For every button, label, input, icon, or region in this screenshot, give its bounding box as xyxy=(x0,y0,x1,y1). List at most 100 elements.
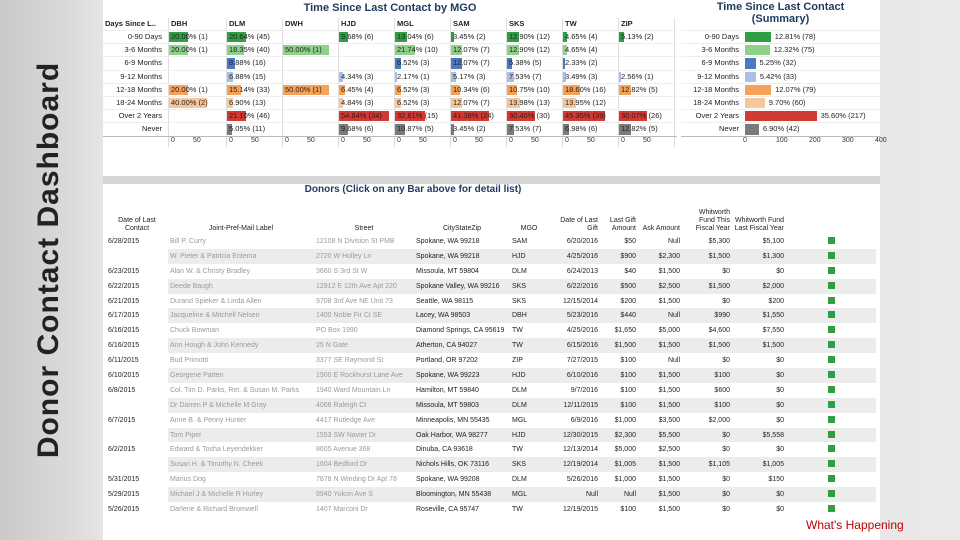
heatmap-cell[interactable]: 12.07% (7) xyxy=(451,96,507,110)
donors-col-header[interactable]: Whitworth Fund Last Fiscal Year xyxy=(732,208,786,234)
summary-bar-cell[interactable]: 12.32% (75) xyxy=(745,44,877,56)
donor-row[interactable]: 5/26/2015 Darlene & Richard Bromwell 1407 … xyxy=(106,502,876,517)
donor-row[interactable]: Susan H. & Timothy N. Cheek 1604 Bedford … xyxy=(106,457,876,473)
heatmap-cell[interactable] xyxy=(619,96,675,110)
status-square-icon[interactable] xyxy=(827,311,835,319)
status-square-icon[interactable] xyxy=(827,415,835,423)
summary-bar-cell[interactable]: 35.60% (217) xyxy=(745,110,877,122)
heatmap-cell[interactable]: 20.00% (1) xyxy=(169,44,227,57)
heatmap-cell[interactable] xyxy=(283,57,339,70)
heatmap-cell[interactable]: 12.07% (7) xyxy=(451,44,507,57)
heatmap-cell[interactable]: 30.40% (30) xyxy=(507,110,563,123)
donors-col-header[interactable] xyxy=(786,208,876,234)
heatmap-cell[interactable]: 6.52% (3) xyxy=(395,57,451,70)
donors-col-header[interactable]: Joint-Pref-Mail Label xyxy=(168,208,314,234)
heatmap-cell[interactable]: 9.68% (6) xyxy=(339,31,395,44)
heatmap-cell[interactable]: 3.49% (3) xyxy=(563,70,619,83)
status-square-icon[interactable] xyxy=(827,475,835,483)
summary-bar[interactable] xyxy=(745,58,756,69)
donors-col-header[interactable]: MGO xyxy=(510,208,548,234)
status-square-icon[interactable] xyxy=(827,445,835,453)
donor-row[interactable]: 6/28/2015 Bill P. Curry 12108 N Division S… xyxy=(106,234,876,249)
heatmap-cell[interactable]: 20.64% (45) xyxy=(227,31,283,44)
heatmap-cell[interactable]: 15.14% (33) xyxy=(227,83,283,96)
heatmap-cell[interactable]: 20.00% (1) xyxy=(169,31,227,44)
heatmap-cell[interactable]: 5.05% (11) xyxy=(227,123,283,136)
donors-col-header[interactable]: CityStateZip xyxy=(414,208,510,234)
donor-row[interactable]: 5/29/2015 Michael J & Michelle R Hurley 99… xyxy=(106,487,876,503)
heatmap-cell[interactable] xyxy=(283,123,339,136)
heatmap-cell[interactable]: 41.38% (24) xyxy=(451,110,507,123)
heatmap-cell[interactable] xyxy=(619,57,675,70)
heatmap-cell[interactable] xyxy=(339,44,395,57)
summary-bar-cell[interactable]: 6.90% (42) xyxy=(745,123,877,135)
summary-bar[interactable] xyxy=(745,45,770,56)
donor-row[interactable]: 6/8/2015 Col. Tim D. Parks, Ret. & Susan … xyxy=(106,383,876,398)
heatmap-cell[interactable] xyxy=(169,57,227,70)
heatmap-cell[interactable] xyxy=(169,110,227,123)
donors-col-header[interactable]: Last Gift Amount xyxy=(600,208,638,234)
heatmap-cell[interactable] xyxy=(283,31,339,44)
status-square-icon[interactable] xyxy=(827,251,835,259)
heatmap-cell[interactable]: 18.35% (40) xyxy=(227,44,283,57)
heatmap-cell[interactable]: 30.07% (26) xyxy=(619,110,675,123)
heatmap-cell[interactable]: 12.90% (12) xyxy=(507,31,563,44)
donor-row[interactable]: 6/17/2015 Jacqueline & Mitchell Nelsen 140… xyxy=(106,308,876,324)
donor-row[interactable]: 6/16/2015 Ann Hough & John Kennedy 25 N Ga… xyxy=(106,338,876,354)
donors-col-header[interactable]: Whitworth Fund This Fiscal Year xyxy=(682,208,732,234)
heatmap-cell[interactable]: 13.98% (13) xyxy=(507,96,563,110)
status-square-icon[interactable] xyxy=(827,370,835,378)
heatmap-cell[interactable]: 4.84% (3) xyxy=(339,96,395,110)
donor-row[interactable]: 6/16/2015 Chuck Bowman PO Box 1990 Diamond … xyxy=(106,323,876,338)
summary-bar-cell[interactable]: 5.42% (33) xyxy=(745,71,877,83)
heatmap-cell[interactable]: 2.56% (1) xyxy=(619,70,675,83)
summary-bar[interactable] xyxy=(745,111,817,122)
heatmap-cell[interactable] xyxy=(169,123,227,136)
heatmap-cell[interactable]: 4.34% (3) xyxy=(339,70,395,83)
heatmap-cell[interactable] xyxy=(339,57,395,70)
heatmap-cell[interactable]: 6.45% (4) xyxy=(339,83,395,96)
heatmap-cell[interactable]: 50.00% (1) xyxy=(283,83,339,96)
donors-col-header[interactable]: Ask Amount xyxy=(638,208,682,234)
donors-col-header[interactable]: Date of Last Gift xyxy=(548,208,600,234)
heatmap-cell[interactable]: 50.00% (1) xyxy=(283,44,339,57)
status-square-icon[interactable] xyxy=(827,490,835,498)
status-square-icon[interactable] xyxy=(827,236,835,244)
heatmap-cell[interactable]: 2.33% (2) xyxy=(563,57,619,70)
status-square-icon[interactable] xyxy=(827,430,835,438)
heatmap-cell[interactable]: 6.52% (3) xyxy=(395,83,451,96)
donor-row[interactable]: 6/23/2015 Alan W. & Christy Bradley 3660 S… xyxy=(106,264,876,279)
donor-row[interactable]: 6/22/2015 Deede Baugh 12912 E 12th Ave Apt… xyxy=(106,278,876,294)
donor-row[interactable]: W. Pieter & Patricia Entema 2720 W Holley… xyxy=(106,248,876,264)
status-square-icon[interactable] xyxy=(827,296,835,304)
summary-bar[interactable] xyxy=(745,97,765,109)
donor-row[interactable]: Dr Darren P & Michelle M Gray 4066 Raleig… xyxy=(106,397,876,413)
heatmap-cell[interactable]: 3.45% (2) xyxy=(451,31,507,44)
summary-bar-cell[interactable]: 5.25% (32) xyxy=(745,57,877,69)
heatmap-cell[interactable]: 4.65% (4) xyxy=(563,31,619,44)
heatmap-cell[interactable]: 12.82% (5) xyxy=(619,123,675,136)
heatmap-cell[interactable]: 18.60% (16) xyxy=(563,83,619,96)
donors-col-header[interactable]: Street xyxy=(314,208,414,234)
donor-row[interactable]: 6/7/2015 Anne B. & Penny Hunter 4417 Rutle… xyxy=(106,413,876,428)
heatmap-cell[interactable]: 4.65% (4) xyxy=(563,44,619,57)
heatmap-cell[interactable]: 21.10% (46) xyxy=(227,110,283,123)
status-square-icon[interactable] xyxy=(827,341,835,349)
heatmap-cell[interactable]: 6.98% (6) xyxy=(563,123,619,136)
heatmap-cell[interactable]: 7.53% (7) xyxy=(507,123,563,136)
heatmap-cell[interactable]: 5.13% (2) xyxy=(619,31,675,44)
status-square-icon[interactable] xyxy=(827,385,835,393)
heatmap-cell[interactable] xyxy=(169,70,227,83)
heatmap-cell[interactable]: 32.61% (15) xyxy=(395,110,451,123)
heatmap-cell[interactable] xyxy=(283,96,339,110)
summary-bar-cell[interactable]: 9.70% (60) xyxy=(745,97,877,109)
heatmap-cell[interactable]: 40.00% (2) xyxy=(169,96,227,110)
heatmap-cell[interactable]: 12.82% (5) xyxy=(619,83,675,96)
heatmap-cell[interactable]: 10.75% (10) xyxy=(507,83,563,96)
donor-row[interactable]: 6/2/2015 Edward & Tosha Leyendekker 8605 A… xyxy=(106,442,876,457)
heatmap-cell[interactable]: 45.35% (39) xyxy=(563,110,619,123)
heatmap-cell[interactable]: 10.87% (5) xyxy=(395,123,451,136)
status-square-icon[interactable] xyxy=(827,356,835,364)
heatmap-cell[interactable]: 10.34% (6) xyxy=(451,83,507,96)
heatmap-cell[interactable] xyxy=(283,70,339,83)
